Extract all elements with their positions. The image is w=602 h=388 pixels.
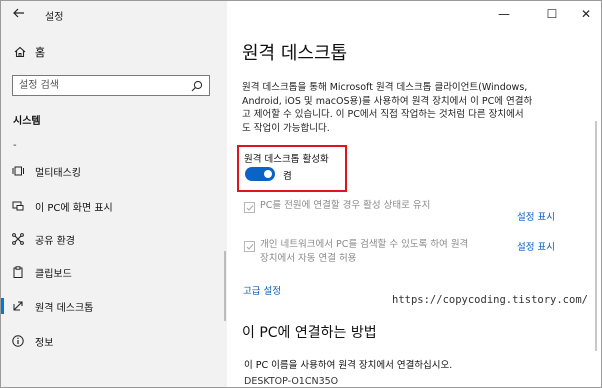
enable-remote-desktop-toggle[interactable] [245, 167, 275, 181]
advanced-settings-link[interactable]: 고급 설정 [243, 283, 281, 297]
connect-description: 이 PC 이름을 사용하여 원격 장치에서 연결하십시오. [244, 360, 453, 371]
remote-desktop-icon [11, 299, 25, 313]
home-icon [13, 45, 27, 59]
sidebar-item-shared-experiences[interactable]: 공유 환경 [1, 227, 227, 251]
toggle-label: 원격 데스크톱 활성화 [244, 154, 329, 165]
watermark-text: https://copycoding.tistory.com/ [392, 294, 588, 306]
sidebar-item-label: 공유 환경 [35, 235, 75, 247]
settings-window: 설정 — ☐ ✕ 홈 시스템 - 멀티태스킹 이 PC에 화면 표시 공유 환경 [0, 0, 602, 388]
checkmark-icon [246, 205, 254, 211]
active-indicator [1, 298, 4, 314]
page-description: 원격 데스크톱을 통해 Microsoft 원격 데스크톱 클라이언트(Wind… [242, 81, 568, 135]
discoverable-label: 개인 네트워크에서 PC를 검색할 수 있도록 하여 원격 장치에서 자동 연결… [260, 238, 468, 265]
keep-awake-label: PC를 전원에 연결할 경우 활성 상태로 유지 [260, 200, 431, 211]
shared-experiences-icon [11, 232, 25, 246]
discoverable-checkbox[interactable] [244, 241, 255, 252]
search-box[interactable] [12, 75, 210, 96]
checkmark-icon [246, 244, 254, 250]
arrow-left-icon [13, 8, 24, 18]
back-button[interactable] [11, 6, 27, 22]
sidebar-item-label: 멀티태스킹 [35, 167, 81, 179]
toggle-knob [264, 170, 272, 178]
content-scrollbar[interactable] [595, 121, 597, 351]
keep-awake-checkbox[interactable] [244, 202, 255, 213]
home-label: 홈 [35, 46, 46, 59]
description-line: 도 작업이 가능합니다. [242, 122, 330, 134]
info-icon [11, 334, 25, 348]
toggle-state: 켬 [283, 171, 292, 182]
sidebar-item-multitasking[interactable]: 멀티태스킹 [1, 159, 227, 183]
sidebar-item-remote-desktop[interactable]: 원격 데스크톱 [1, 294, 227, 318]
clipboard-icon [11, 265, 25, 279]
section-title: 시스템 [13, 116, 41, 127]
sidebar-item-clipboard[interactable]: 클립보드 [1, 260, 227, 284]
show-settings-link-1[interactable]: 설정 표시 [517, 209, 555, 223]
sidebar-item-label: 클립보드 [35, 268, 72, 280]
search-input[interactable] [19, 78, 179, 93]
main-content: 원격 데스크톱 원격 데스크톱을 통해 Microsoft 원격 데스크톱 클라… [227, 1, 601, 387]
show-settings-link-2[interactable]: 설정 표시 [517, 239, 555, 253]
search-icon [191, 80, 203, 92]
sidebar-item-home[interactable]: 홈 [13, 43, 45, 61]
sidebar-item-project[interactable]: 이 PC에 화면 표시 [1, 194, 227, 218]
description-line: 원격 데스크톱을 통해 Microsoft 원격 데스크톱 클라이언트(Wind… [242, 82, 528, 93]
description-line: 고 제어할 수 있습니다. 이 PC에서 직접 작업하는 것처럼 다른 장치에서 [242, 109, 524, 120]
pc-name: DESKTOP-O1CN35O [244, 376, 339, 387]
sidebar-item-label: 원격 데스크톱 [35, 302, 94, 314]
sidebar-item-label: 이 PC에 화면 표시 [35, 202, 113, 214]
sidebar-item-label: 정보 [35, 337, 54, 349]
discoverable-label-line: 개인 네트워크에서 PC를 검색할 수 있도록 하여 원격 [260, 239, 469, 250]
connect-section-title: 이 PC에 연결하는 방법 [242, 325, 377, 341]
multitasking-icon [11, 164, 25, 178]
page-title: 원격 데스크톱 [242, 43, 348, 64]
truncated-item: - [13, 140, 17, 151]
sidebar-item-info[interactable]: 정보 [1, 329, 227, 353]
description-line: Android, iOS 및 macOS용)를 사용하여 원격 장치에서 이 P… [242, 95, 533, 107]
window-title: 설정 [45, 12, 64, 23]
project-icon [11, 199, 25, 213]
discoverable-label-line: 장치에서 자동 연결 허용 [260, 252, 357, 264]
